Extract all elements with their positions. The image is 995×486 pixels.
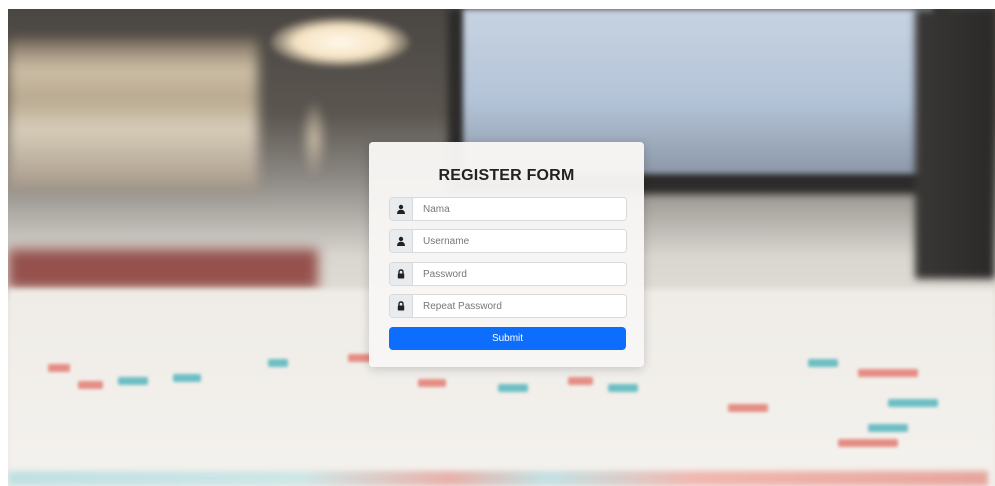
password-field [389,262,627,286]
repeat-password-field [389,294,627,318]
lock-icon [390,263,413,285]
username-input[interactable] [413,230,626,252]
register-card: REGISTER FORM Submit [369,142,644,367]
password-input[interactable] [413,263,626,285]
username-field [389,229,627,253]
form-title: REGISTER FORM [438,167,575,184]
user-icon [390,230,413,252]
lock-icon [390,295,413,317]
nama-input[interactable] [413,198,626,220]
nama-field [389,197,627,221]
submit-button[interactable]: Submit [389,327,626,350]
repeat-password-input[interactable] [413,295,626,317]
user-icon [390,198,413,220]
